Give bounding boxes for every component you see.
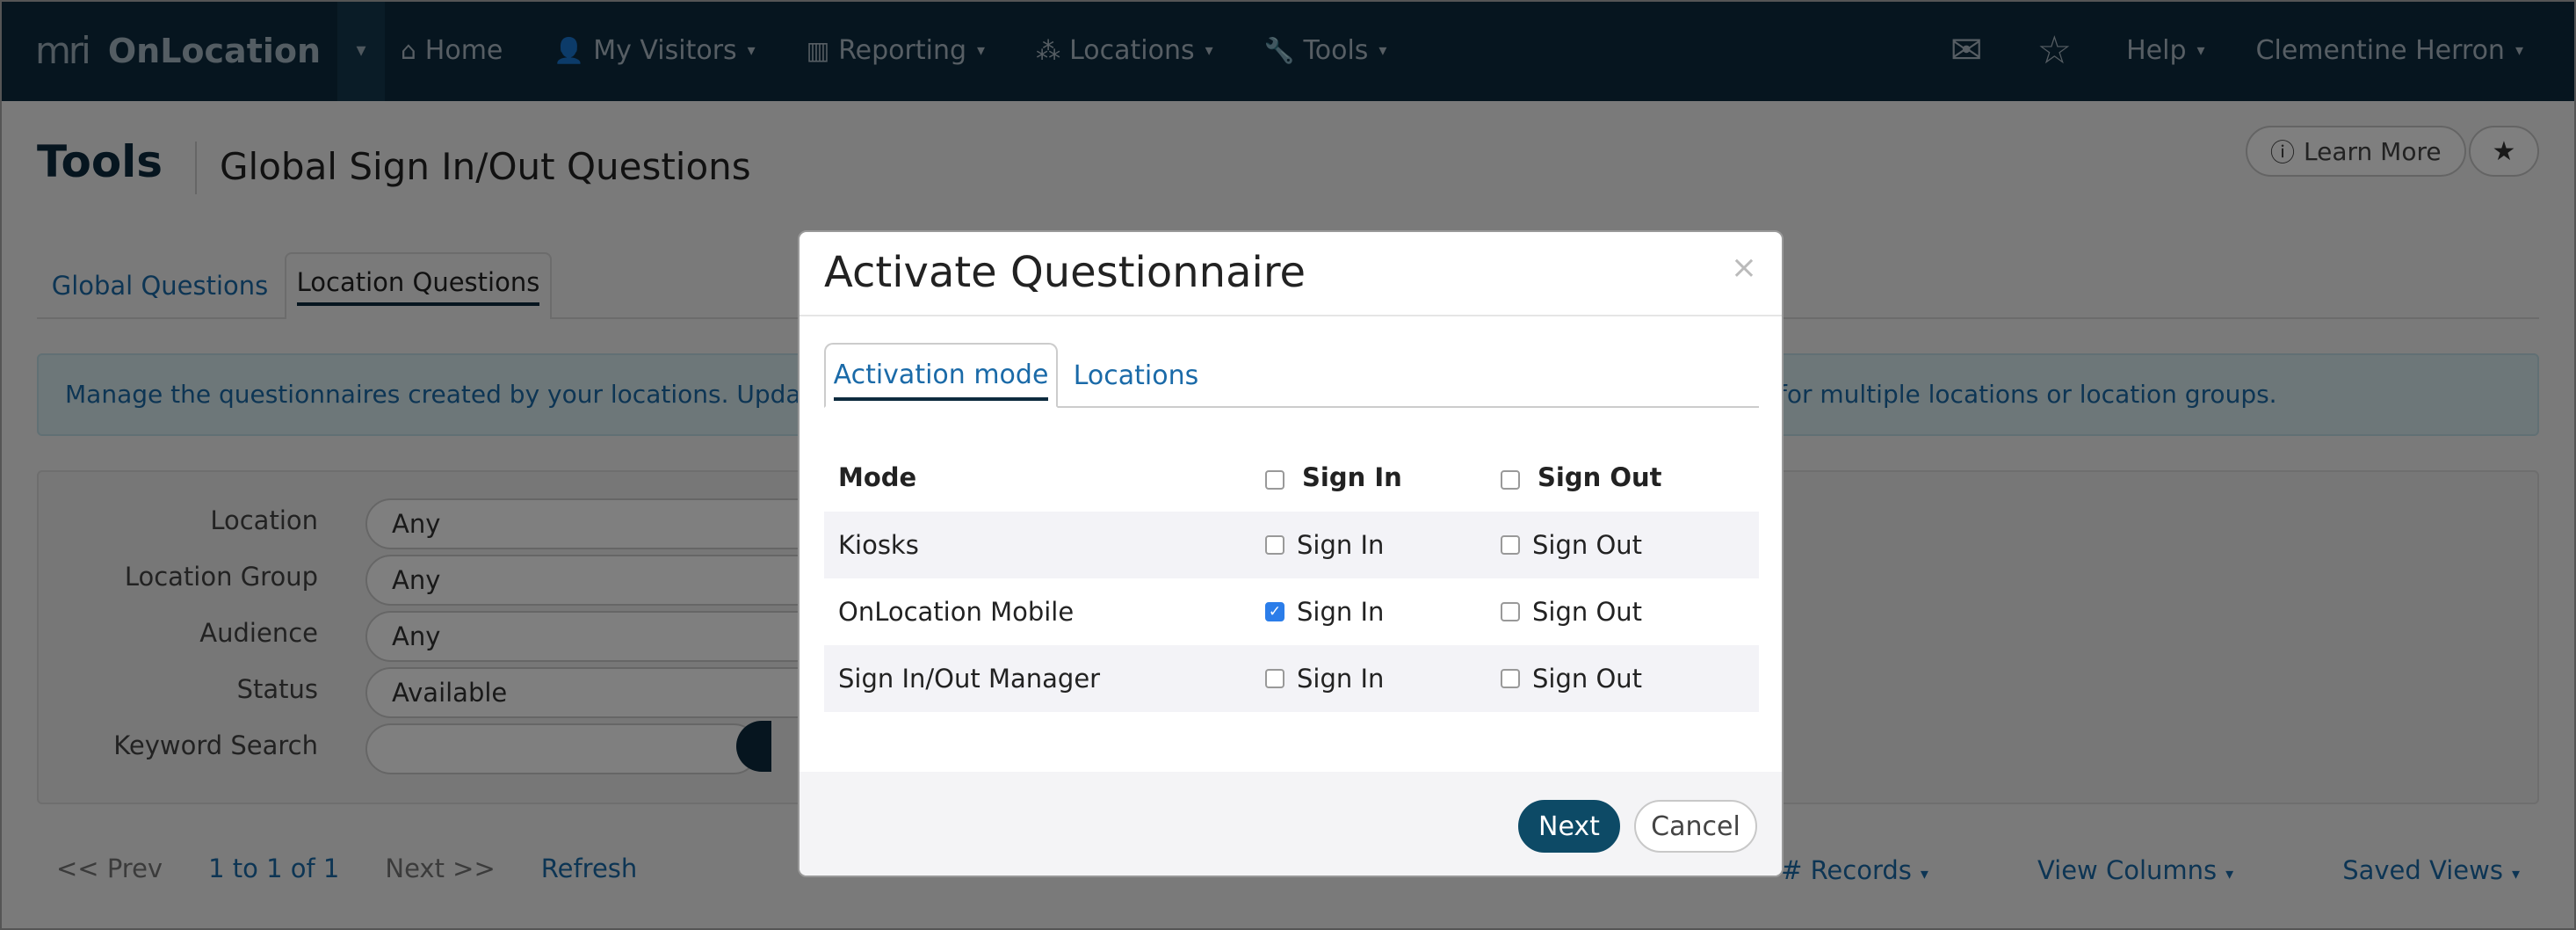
- column-header-mode: Mode: [838, 462, 917, 492]
- select-all-sign-out[interactable]: Sign Out: [1501, 462, 1662, 492]
- checkbox-label: Sign In: [1297, 597, 1385, 627]
- mode-name: Kiosks: [838, 530, 919, 560]
- table-row: Sign In/Out Manager Sign In Sign Out: [824, 645, 1759, 712]
- activate-questionnaire-modal: Activate Questionnaire × Activation mode…: [798, 230, 1784, 877]
- checkbox[interactable]: [1265, 669, 1284, 688]
- checkbox-label: Sign Out: [1532, 597, 1643, 627]
- column-header-sign-out: Sign Out: [1538, 462, 1662, 492]
- select-all-sign-in[interactable]: Sign In: [1265, 462, 1402, 492]
- checkbox-label: Sign Out: [1532, 530, 1643, 560]
- mode-name: OnLocation Mobile: [838, 597, 1075, 627]
- checkbox-label: Sign Out: [1532, 664, 1643, 694]
- kiosks-sign-in-checkbox[interactable]: Sign In: [1265, 530, 1384, 560]
- close-icon[interactable]: ×: [1731, 250, 1757, 286]
- tab-activation-mode-label: Activation mode: [833, 360, 1049, 401]
- checkmark-icon[interactable]: ✓: [1265, 602, 1284, 621]
- manager-sign-in-checkbox[interactable]: Sign In: [1265, 664, 1384, 694]
- mode-name: Sign In/Out Manager: [838, 664, 1101, 694]
- checkbox[interactable]: [1501, 602, 1520, 621]
- checkbox-label: Sign In: [1297, 530, 1385, 560]
- checkbox[interactable]: [1265, 470, 1284, 490]
- modal-tabs: Activation mode Locations: [824, 343, 1759, 408]
- table-header-row: Mode Sign In Sign Out: [824, 443, 1759, 512]
- modal-title: Activate Questionnaire: [824, 248, 1306, 297]
- table-row: OnLocation Mobile ✓ Sign In Sign Out: [824, 578, 1759, 645]
- kiosks-sign-out-checkbox[interactable]: Sign Out: [1501, 530, 1642, 560]
- checkbox[interactable]: [1501, 535, 1520, 555]
- cancel-button[interactable]: Cancel: [1634, 800, 1757, 853]
- checkbox-label: Sign In: [1297, 664, 1385, 694]
- modal-header: Activate Questionnaire ×: [800, 232, 1782, 316]
- checkbox[interactable]: [1501, 669, 1520, 688]
- modal-footer: Next Cancel: [800, 772, 1782, 876]
- mobile-sign-out-checkbox[interactable]: Sign Out: [1501, 597, 1642, 627]
- tab-locations[interactable]: Locations: [1070, 343, 1202, 408]
- next-button[interactable]: Next: [1518, 800, 1620, 853]
- checkbox[interactable]: [1501, 470, 1520, 490]
- tab-activation-mode[interactable]: Activation mode: [824, 343, 1058, 408]
- column-header-sign-in: Sign In: [1302, 462, 1402, 492]
- activation-mode-table: Mode Sign In Sign Out Kiosks Sign In Sig…: [824, 443, 1759, 712]
- table-row: Kiosks Sign In Sign Out: [824, 512, 1759, 578]
- checkbox[interactable]: [1265, 535, 1284, 555]
- manager-sign-out-checkbox[interactable]: Sign Out: [1501, 664, 1642, 694]
- mobile-sign-in-checkbox[interactable]: ✓ Sign In: [1265, 597, 1384, 627]
